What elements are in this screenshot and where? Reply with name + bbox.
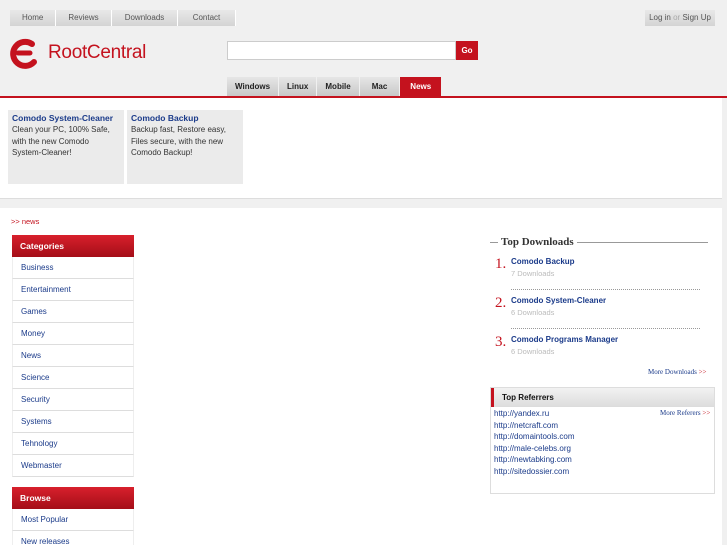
categories-box: Categories Business Entertainment Games … <box>12 235 134 477</box>
download-count: 6 Downloads <box>511 347 555 356</box>
browse-box: Browse Most Popular New releases <box>12 487 134 545</box>
tab-mobile[interactable]: Mobile <box>317 77 359 96</box>
referrer-link[interactable]: http://netcraft.com <box>494 421 714 433</box>
referrer-link[interactable]: http://sitedossier.com <box>494 467 714 479</box>
top-nav: Home Reviews Downloads Contact <box>10 10 236 26</box>
top-referrers-box: Top Referrers http://yandex.ru http://ne… <box>490 387 715 494</box>
promo-strip: Comodo System-Cleaner Clean your PC, 100… <box>0 98 722 199</box>
referrer-link[interactable]: http://male-celebs.org <box>494 444 714 456</box>
category-item[interactable]: Science <box>12 367 134 389</box>
nav-downloads[interactable]: Downloads <box>112 10 178 26</box>
top-referrers-title: Top Referrers <box>491 388 714 407</box>
download-item: 1. Comodo Backup 7 Downloads <box>495 256 700 286</box>
download-count: 6 Downloads <box>511 308 555 317</box>
category-item[interactable]: Entertainment <box>12 279 134 301</box>
divider <box>511 289 700 290</box>
more-referrers-link[interactable]: More Referers >> <box>660 409 710 417</box>
browse-item[interactable]: Most Popular <box>12 509 134 531</box>
promo-title[interactable]: Comodo System-Cleaner <box>12 113 120 123</box>
search-input[interactable] <box>227 41 456 60</box>
promo-backup[interactable]: Comodo Backup Backup fast, Restore easy,… <box>127 110 243 184</box>
browse-item[interactable]: New releases <box>12 531 134 545</box>
categories-title: Categories <box>12 235 134 257</box>
referrer-link[interactable]: http://newtabking.com <box>494 455 714 467</box>
tab-linux[interactable]: Linux <box>279 77 317 96</box>
download-item: 3. Comodo Programs Manager 6 Downloads <box>495 334 700 364</box>
auth-links: Log in or Sign Up <box>645 10 715 26</box>
referrer-list: http://yandex.ru http://netcraft.com htt… <box>491 407 714 479</box>
login-link[interactable]: Log in <box>649 13 671 22</box>
top-downloads-heading: Top Downloads <box>490 236 708 248</box>
more-downloads-link[interactable]: More Downloads >> <box>648 368 706 376</box>
search-go-button[interactable]: Go <box>456 41 478 60</box>
download-name[interactable]: Comodo Programs Manager <box>511 335 618 344</box>
signup-link[interactable]: Sign Up <box>682 13 710 22</box>
nav-contact[interactable]: Contact <box>178 10 236 26</box>
category-item[interactable]: Security <box>12 389 134 411</box>
more-referrers-arrow: >> <box>702 409 711 417</box>
tab-windows[interactable]: Windows <box>227 77 279 96</box>
logo-mark-icon <box>10 38 37 69</box>
download-name[interactable]: Comodo Backup <box>511 257 575 266</box>
breadcrumb[interactable]: >> news <box>11 217 39 226</box>
referrer-link[interactable]: http://domaintools.com <box>494 432 714 444</box>
os-tabs: Windows Linux Mobile Mac News <box>227 77 442 96</box>
category-item[interactable]: News <box>12 345 134 367</box>
tab-news[interactable]: News <box>400 77 442 96</box>
category-item[interactable]: Systems <box>12 411 134 433</box>
site-logo[interactable]: RootCentral <box>10 36 146 70</box>
download-rank: 3. <box>495 334 507 350</box>
promo-desc: Clean your PC, 100% Safe, with the new C… <box>12 125 110 157</box>
download-rank: 2. <box>495 295 507 311</box>
nav-reviews[interactable]: Reviews <box>56 10 112 26</box>
browse-title: Browse <box>12 487 134 509</box>
nav-home[interactable]: Home <box>10 10 56 26</box>
divider <box>511 328 700 329</box>
more-referrers-label: More Referers <box>660 409 701 417</box>
category-item[interactable]: Tehnology <box>12 433 134 455</box>
category-item[interactable]: Money <box>12 323 134 345</box>
category-item[interactable]: Games <box>12 301 134 323</box>
promo-title[interactable]: Comodo Backup <box>131 113 239 123</box>
more-downloads-label: More Downloads <box>648 368 697 376</box>
top-downloads-title: Top Downloads <box>501 236 574 248</box>
promo-desc: Backup fast, Restore easy, Files secure,… <box>131 125 227 157</box>
category-item[interactable]: Business <box>12 257 134 279</box>
tab-mac[interactable]: Mac <box>359 77 400 96</box>
download-count: 7 Downloads <box>511 269 555 278</box>
brand-name: RootCentral <box>48 42 147 63</box>
promo-system-cleaner[interactable]: Comodo System-Cleaner Clean your PC, 100… <box>8 110 124 184</box>
auth-or: or <box>673 13 681 22</box>
download-name[interactable]: Comodo System-Cleaner <box>511 296 606 305</box>
more-downloads-arrow: >> <box>698 368 707 376</box>
category-item[interactable]: Webmaster <box>12 455 134 477</box>
download-item: 2. Comodo System-Cleaner 6 Downloads <box>495 295 700 325</box>
download-rank: 1. <box>495 256 507 272</box>
